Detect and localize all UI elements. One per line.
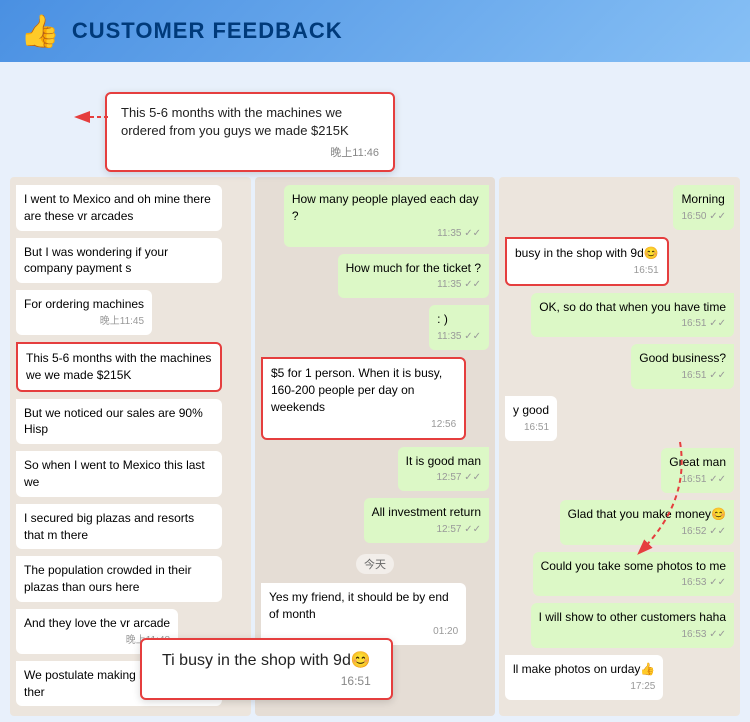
chat-panels: I went to Mexico and oh mine there are t… bbox=[0, 177, 750, 716]
bubble-time: 16:53 ✓✓ bbox=[539, 628, 726, 642]
chat-bubble: But I was wondering if your company paym… bbox=[16, 238, 222, 284]
highlight-bottom-time: 16:51 bbox=[162, 674, 371, 688]
bubble-time: 17:25 bbox=[513, 680, 655, 694]
bubble-time: 16:51 bbox=[515, 264, 659, 278]
page-title: CUSTOMER FEEDBACK bbox=[72, 18, 343, 44]
bubble-text: And they love the vr arcade bbox=[24, 615, 170, 632]
bubble-time: 01:20 bbox=[269, 625, 458, 639]
bubble-time: 晚上11:45 bbox=[24, 315, 144, 329]
bubble-time: 16:51 ✓✓ bbox=[669, 473, 726, 487]
chat-bubble: It is good man12:57 ✓✓ bbox=[398, 447, 489, 492]
bubble-time: 12:57 ✓✓ bbox=[406, 471, 481, 485]
bubble-time: 16:51 ✓✓ bbox=[539, 317, 726, 331]
chat-bubble: How much for the ticket ?11:35 ✓✓ bbox=[338, 254, 489, 299]
bubble-text: $5 for 1 person. When it is busy, 160-20… bbox=[271, 365, 456, 415]
chat-bubble: I secured big plazas and resorts that m … bbox=[16, 504, 222, 550]
chat-bubble: : ) 11:35 ✓✓ bbox=[429, 305, 489, 350]
highlight-box-bottom: Ti busy in the shop with 9d😊 16:51 bbox=[140, 638, 393, 700]
bubble-text: : ) bbox=[437, 311, 481, 328]
left-chat-panel: I went to Mexico and oh mine there are t… bbox=[10, 177, 251, 716]
bubble-text: How many people played each day ? bbox=[292, 191, 481, 225]
arrow-top-left bbox=[70, 102, 110, 132]
chat-bubble: How many people played each day ? 11:35 ✓… bbox=[284, 185, 489, 247]
bubble-time: 11:35 ✓✓ bbox=[346, 278, 481, 292]
bubble-text: I secured big plazas and resorts that m … bbox=[24, 510, 214, 544]
content-area: This 5-6 months with the machines we ord… bbox=[0, 62, 750, 722]
chat-bubble: I will show to other customers haha 16:53… bbox=[531, 603, 734, 648]
bubble-text: y good bbox=[513, 402, 549, 419]
highlight-top-text: This 5-6 months with the machines we ord… bbox=[121, 104, 379, 140]
bubble-text: So when I went to Mexico this last we bbox=[24, 457, 214, 491]
bubble-text: How much for the ticket ? bbox=[346, 260, 481, 277]
bubble-time: 16:51 ✓✓ bbox=[639, 369, 726, 383]
bubble-time: 11:35 ✓✓ bbox=[437, 330, 481, 344]
bubble-text: OK, so do that when you have time bbox=[539, 299, 726, 316]
bubble-text: I went to Mexico and oh mine there are t… bbox=[24, 191, 214, 225]
bubble-text: It is good man bbox=[406, 453, 481, 470]
bubble-text: Great man bbox=[669, 454, 726, 471]
highlight-top-time: 晚上11:46 bbox=[121, 144, 379, 160]
bubble-text: ll make photos on urday👍 bbox=[513, 661, 655, 678]
chat-bubble: Morning 16:50 ✓✓ bbox=[673, 185, 734, 230]
bubble-time: 16:53 ✓✓ bbox=[541, 576, 726, 590]
chat-bubble: All investment return 12:57 ✓✓ bbox=[364, 498, 489, 543]
chat-bubble: ll make photos on urday👍 17:25 bbox=[505, 655, 663, 700]
chat-bubble: So when I went to Mexico this last we bbox=[16, 451, 222, 497]
chat-bubble: OK, so do that when you have time16:51 ✓… bbox=[531, 293, 734, 338]
bubble-text: Glad that you make money😊 bbox=[568, 506, 726, 523]
bubble-text: The population crowded in their plazas t… bbox=[24, 562, 214, 596]
bubble-text: But we noticed our sales are 90% Hisp bbox=[24, 405, 214, 439]
bubble-text: I will show to other customers haha bbox=[539, 609, 726, 626]
bubble-text: This 5-6 months with the machines we we … bbox=[26, 350, 212, 384]
bubble-time: 16:52 ✓✓ bbox=[568, 525, 726, 539]
bubble-time: 12:57 ✓✓ bbox=[372, 523, 481, 537]
bubble-text: But I was wondering if your company paym… bbox=[24, 244, 214, 278]
day-separator: 今天 bbox=[356, 554, 394, 574]
bubble-time: 16:51 bbox=[513, 421, 549, 435]
chat-bubble: The population crowded in their plazas t… bbox=[16, 556, 222, 602]
bubble-text: All investment return bbox=[372, 504, 481, 521]
bubble-time: 11:35 ✓✓ bbox=[292, 227, 481, 241]
bubble-text: busy in the shop with 9d😊 bbox=[515, 245, 659, 262]
right-chat-panel: Morning 16:50 ✓✓ busy in the shop with 9d😊… bbox=[499, 177, 740, 716]
bubble-text: Yes my friend, it should be by end of mo… bbox=[269, 589, 458, 623]
highlight-bottom-text: Ti busy in the shop with 9d😊 bbox=[162, 650, 371, 670]
chat-bubble: Could you take some photos to me16:53 ✓✓ bbox=[533, 552, 734, 597]
bubble-text: Morning bbox=[681, 191, 726, 208]
bubble-text: Could you take some photos to me bbox=[541, 558, 726, 575]
chat-bubble: Great man 16:51 ✓✓ bbox=[661, 448, 734, 493]
chat-bubble: This 5-6 months with the machines we we … bbox=[16, 342, 222, 392]
bubble-time: 16:50 ✓✓ bbox=[681, 210, 726, 224]
chat-bubble: Glad that you make money😊 16:52 ✓✓ bbox=[560, 500, 734, 545]
chat-bubble: Good business? 16:51 ✓✓ bbox=[631, 344, 734, 389]
chat-bubble: But we noticed our sales are 90% Hisp bbox=[16, 399, 222, 445]
chat-bubble: I went to Mexico and oh mine there are t… bbox=[16, 185, 222, 231]
header: 👍 CUSTOMER FEEDBACK bbox=[0, 0, 750, 62]
highlight-box-top: This 5-6 months with the machines we ord… bbox=[105, 92, 395, 172]
thumbs-up-icon: 👍 bbox=[20, 12, 60, 50]
mid-chat-panel: How many people played each day ? 11:35 ✓… bbox=[255, 177, 495, 716]
bubble-time: 12:56 bbox=[271, 418, 456, 432]
chat-bubble: busy in the shop with 9d😊 16:51 bbox=[505, 237, 669, 286]
chat-bubble: Yes my friend, it should be by end of mo… bbox=[261, 583, 466, 645]
bubble-text: Good business? bbox=[639, 350, 726, 367]
chat-bubble: $5 for 1 person. When it is busy, 160-20… bbox=[261, 357, 466, 439]
bubble-text: For ordering machines bbox=[24, 296, 144, 313]
chat-bubble: For ordering machines 晚上11:45 bbox=[16, 290, 152, 335]
chat-bubble: y good 16:51 bbox=[505, 396, 557, 441]
